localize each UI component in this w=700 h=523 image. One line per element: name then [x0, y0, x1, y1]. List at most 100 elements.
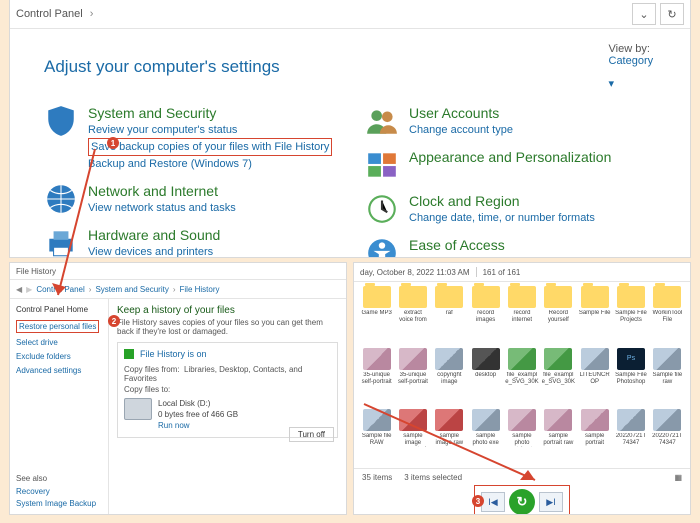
previous-version-button[interactable]: I◀ [481, 492, 505, 512]
file-item[interactable]: sample image converted [396, 409, 429, 468]
disk-icon [124, 398, 152, 420]
file-history-browser-window: day, October 8, 2022 11:03 AM 161 of 161… [353, 262, 691, 515]
file-item[interactable]: Game MP3 [360, 286, 393, 345]
file-item[interactable]: record internet radio [505, 286, 538, 345]
view-by[interactable]: View by: Category ▾ [609, 43, 657, 90]
file-item[interactable]: sample photo matsimoto [505, 409, 538, 468]
users-icon [365, 104, 399, 138]
file-item[interactable]: Sample File Projects [614, 286, 647, 345]
category-heading[interactable]: User Accounts [409, 104, 513, 122]
file-item[interactable]: Sample file RAW [360, 409, 393, 468]
file-item[interactable]: 35-unique self-portrait [360, 348, 393, 407]
thumbnail-icon [581, 409, 609, 431]
file-item[interactable]: record images [469, 286, 502, 345]
category-heading[interactable]: Hardware and Sound [88, 226, 220, 244]
file-item[interactable]: WorkinTool File Compress [651, 286, 684, 345]
file-label: Sample File Photoshop [614, 372, 647, 386]
highlighted-link[interactable]: Save backup copies of your files with Fi… [88, 138, 332, 156]
dropdown-button[interactable]: ⌄ [632, 3, 656, 25]
file-grid[interactable]: Game MP3extract voice from photo raf recor… [354, 282, 690, 468]
snapshot-date: day, October 8, 2022 11:03 AM [360, 268, 470, 277]
sidebar-recovery[interactable]: Recovery [16, 487, 96, 496]
sidebar-advanced-settings[interactable]: Advanced settings [16, 366, 102, 375]
file-item[interactable]: Record yourself drawing on [542, 286, 575, 345]
category-link[interactable]: Save backup copies of your files with Fi… [91, 139, 329, 155]
file-label: sample portrait raw [542, 433, 575, 447]
run-now-link[interactable]: Run now [158, 420, 238, 431]
file-item[interactable]: 20220721T 74347 [651, 409, 684, 468]
file-item[interactable]: sample portrait [578, 409, 611, 468]
annotation-badge-1: 1 [107, 137, 119, 149]
category-heading[interactable]: Clock and Region [409, 192, 595, 210]
next-version-button[interactable]: ▶I [539, 492, 563, 512]
file-item[interactable]: file_exampl e_SVG_30K [505, 348, 538, 407]
thumbnail-icon [399, 348, 427, 370]
file-item[interactable]: copyright image [433, 348, 466, 407]
category-clock-and-region: Clock and RegionChange date, time, or nu… [365, 192, 656, 226]
view-mode-icon[interactable]: ▦ [674, 473, 682, 482]
category-link[interactable]: Change date, time, or number formats [409, 210, 595, 226]
file-item[interactable]: file_exampl e_SVG_30K [542, 348, 575, 407]
folder-icon [544, 286, 572, 308]
file-label: record images [469, 310, 502, 324]
file-item[interactable]: extract voice from photo [396, 286, 429, 345]
file-label: Sample file raw [651, 372, 684, 386]
category-heading[interactable]: Network and Internet [88, 182, 236, 200]
file-item[interactable]: sample image raw [433, 409, 466, 468]
breadcrumb[interactable]: ◀ ▶ Control Panel› System and Security› … [10, 280, 346, 299]
address-bar: Control Panel › ⌄ ↻ [10, 0, 690, 29]
file-item[interactable]: Ps Sample File Photoshop [614, 348, 647, 407]
sidebar-home[interactable]: Control Panel Home [16, 305, 102, 314]
folder-icon [617, 286, 645, 308]
thumbnail-icon: Ps [617, 348, 645, 370]
file-item[interactable]: desktop [469, 348, 502, 407]
file-item[interactable]: sample photo exe [469, 409, 502, 468]
folder-icon [508, 286, 536, 308]
page-title: Adjust your computer's settings [44, 57, 280, 77]
control-panel-window: Control Panel › ⌄ ↻ Adjust your computer… [9, 0, 691, 258]
back-button[interactable]: ◀ [16, 285, 22, 294]
category-link[interactable]: View devices and printers [88, 244, 220, 258]
sidebar-select-drive[interactable]: Select drive [16, 338, 102, 347]
file-item[interactable]: sample portrait raw [542, 409, 575, 468]
category-heading[interactable]: Ease of Access [409, 236, 505, 254]
file-label: Sample File Projects [614, 310, 647, 324]
file-label: raf [446, 310, 453, 324]
window-title: File History [16, 267, 56, 276]
category-network-and-internet: Network and InternetView network status … [44, 182, 335, 216]
file-item[interactable]: 20220721T 74347 [614, 409, 647, 468]
file-item[interactable]: 35-unique self-portrait [396, 348, 429, 407]
snapshot-count: 161 of 161 [483, 268, 521, 277]
category-link[interactable]: Backup and Restore (Windows 7) [88, 156, 332, 172]
file-label: 20220721T 74347 [614, 433, 647, 447]
file-label: Sample File [579, 310, 611, 324]
file-label: desktop [475, 372, 496, 386]
file-history-status-box: File History is on Copy files from: Libr… [117, 342, 338, 438]
file-label: sample image converted [396, 433, 429, 447]
restore-button[interactable]: ↻ [509, 489, 535, 515]
thumbnail-icon [653, 348, 681, 370]
thumbnail-icon [544, 409, 572, 431]
refresh-button[interactable]: ↻ [660, 3, 684, 25]
category-heading[interactable]: Appearance and Personalization [409, 148, 611, 166]
thumbnail-icon [508, 409, 536, 431]
category-link[interactable]: View network status and tasks [88, 200, 236, 216]
file-label: LITEUNCR OP [578, 372, 611, 386]
sidebar-system-image-backup[interactable]: System Image Backup [16, 499, 96, 508]
file-item[interactable]: Sample File [578, 286, 611, 345]
breadcrumb-root[interactable]: Control Panel [16, 8, 83, 20]
thumbnail-icon [617, 409, 645, 431]
file-item[interactable]: raf [433, 286, 466, 345]
section-heading: Keep a history of your files [117, 305, 338, 316]
sidebar-restore-personal-files[interactable]: Restore personal files [16, 320, 99, 333]
category-heading[interactable]: System and Security [88, 104, 332, 122]
sidebar-exclude-folders[interactable]: Exclude folders [16, 352, 102, 361]
file-item[interactable]: Sample file raw [651, 348, 684, 407]
category-link[interactable]: Review your computer's status [88, 122, 332, 138]
thumbnail-icon [399, 409, 427, 431]
file-item[interactable]: LITEUNCR OP [578, 348, 611, 407]
category-link[interactable]: Change account type [409, 122, 513, 138]
turn-off-button[interactable]: Turn off [289, 427, 334, 442]
thumbnail-icon [581, 348, 609, 370]
section-subtext: File History saves copies of your files … [117, 318, 338, 336]
